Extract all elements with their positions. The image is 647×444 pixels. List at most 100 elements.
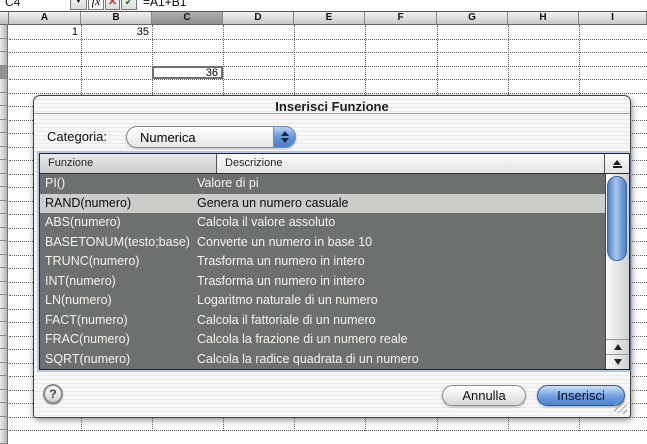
row-header-15[interactable] — [0, 214, 8, 228]
function-description: Calcola la radice quadrata di un numero — [197, 350, 419, 370]
grid-hline — [9, 66, 647, 67]
scrollbar-thumb[interactable] — [607, 176, 627, 261]
function-description: Valore di pi — [197, 174, 259, 194]
row-header-4[interactable] — [0, 66, 8, 80]
function-list-item[interactable]: INT(numero)Trasforma un numero in intero — [40, 272, 605, 292]
function-name: FRAC(numero) — [45, 330, 130, 350]
cell-reference-box[interactable]: C4 — [5, 0, 20, 9]
fx-icon: fx — [92, 0, 101, 9]
row-header-1[interactable] — [0, 25, 8, 39]
scroll-down-icon — [614, 359, 622, 365]
row-header-5[interactable] — [0, 79, 8, 93]
row-header-14[interactable] — [0, 201, 8, 215]
function-list-item[interactable]: LN(numero) Logaritmo naturale di un numer… — [40, 291, 605, 311]
function-name: BASETONUM(testo;base) — [45, 233, 190, 253]
row-header-12[interactable] — [0, 174, 8, 188]
cancel-entry-button[interactable]: ✕ — [105, 0, 120, 10]
function-description: Calcola il fattoriale di un numero — [197, 311, 376, 331]
sort-icon — [613, 160, 621, 165]
row-header-8[interactable] — [0, 120, 8, 134]
function-list-item[interactable]: TRUNC(numero)Trasforma un numero in inte… — [40, 252, 605, 272]
function-name: LN(numero) — [45, 291, 112, 311]
row-header-2[interactable] — [0, 39, 8, 53]
function-description: Calcola la frazione di un numero reale — [197, 330, 408, 350]
row-header-3[interactable] — [0, 52, 8, 66]
category-popup[interactable]: Numerica — [126, 126, 296, 148]
title-separator — [34, 113, 630, 114]
row-header-31[interactable] — [0, 430, 8, 444]
cancel-x-icon: ✕ — [108, 0, 117, 8]
row-header-20[interactable] — [0, 282, 8, 296]
accept-entry-button[interactable]: ✓ — [121, 0, 137, 10]
scroll-up-button[interactable] — [606, 339, 629, 354]
function-description: Genera un numero casuale — [197, 194, 348, 214]
resize-handle-icon[interactable] — [614, 401, 627, 414]
column-header-H[interactable]: H — [508, 12, 579, 24]
function-list-item[interactable]: BASETONUM(testo;base) Converte un numero … — [40, 233, 605, 253]
column-header-C[interactable]: C — [152, 12, 223, 24]
insert-button[interactable]: Inserisci — [537, 385, 625, 406]
sort-header-cell[interactable] — [605, 154, 629, 173]
row-header-25[interactable] — [0, 349, 8, 363]
function-description: Calcola il valore assoluto — [197, 213, 335, 233]
function-list-item[interactable]: ABS(numero) Calcola il valore assoluto — [40, 213, 605, 233]
function-name: PI() — [45, 174, 65, 194]
row-header-17[interactable] — [0, 241, 8, 255]
row-header-9[interactable] — [0, 133, 8, 147]
selected-cell-C4[interactable]: 36 — [152, 66, 223, 80]
function-list-item[interactable]: PI() Valore di pi — [40, 174, 605, 194]
row-header-16[interactable] — [0, 228, 8, 242]
grid-hline — [9, 52, 647, 53]
popup-up-arrow-icon — [281, 131, 289, 136]
row-header-11[interactable] — [0, 160, 8, 174]
header-descrizione[interactable]: Descrizione — [217, 154, 605, 173]
row-header-30[interactable] — [0, 417, 8, 431]
insert-function-button[interactable]: fx — [88, 0, 104, 10]
function-description: Logaritmo naturale di un numero — [197, 291, 378, 311]
function-name: TRUNC(numero) — [45, 252, 139, 272]
function-dropdown-button[interactable]: ▼ — [70, 0, 87, 10]
cell-A1[interactable]: 1 — [9, 26, 81, 40]
popup-down-arrow-icon — [281, 138, 289, 143]
scroll-down-button[interactable] — [606, 354, 629, 369]
column-header-F[interactable]: F — [365, 12, 437, 24]
header-funzione[interactable]: Funzione — [40, 154, 217, 173]
help-button[interactable]: ? — [43, 384, 63, 404]
row-header-10[interactable] — [0, 147, 8, 161]
column-header-A[interactable]: A — [9, 12, 81, 24]
row-header-29[interactable] — [0, 403, 8, 417]
function-list-item[interactable]: FRAC(numero) Calcola la frazione di un nu… — [40, 330, 605, 350]
select-all-corner[interactable] — [0, 12, 9, 24]
row-header-28[interactable] — [0, 390, 8, 404]
column-header-E[interactable]: E — [294, 12, 365, 24]
function-name: ABS(numero) — [45, 213, 121, 233]
row-header-23[interactable] — [0, 322, 8, 336]
vertical-scrollbar[interactable] — [605, 174, 629, 369]
formula-bar: C4 ▼ fx ✕ ✓ =A1+B1 — [0, 0, 647, 11]
column-header-I[interactable]: I — [579, 12, 647, 24]
function-list-item[interactable]: SQRT(numero)Calcola la radice quadrata d… — [40, 350, 605, 370]
row-header-26[interactable] — [0, 363, 8, 377]
row-header-19[interactable] — [0, 268, 8, 282]
row-header-6[interactable] — [0, 93, 8, 107]
row-header-13[interactable] — [0, 187, 8, 201]
scrollbar-arrows — [606, 339, 629, 369]
formula-text[interactable]: =A1+B1 — [143, 0, 186, 9]
function-description: Converte un numero in base 10 — [197, 233, 372, 253]
function-list-item[interactable]: RAND(numero)Genera un numero casuale — [40, 194, 605, 214]
row-header-22[interactable] — [0, 309, 8, 323]
row-header-24[interactable] — [0, 336, 8, 350]
function-list-body: PI() Valore di piRAND(numero)Genera un nu… — [40, 174, 605, 369]
row-header-7[interactable] — [0, 106, 8, 120]
column-header-D[interactable]: D — [223, 12, 294, 24]
function-list-item[interactable]: FACT(numero)Calcola il fattoriale di un … — [40, 311, 605, 331]
row-header-27[interactable] — [0, 376, 8, 390]
function-list-header: Funzione Descrizione — [40, 154, 629, 174]
cell-B1[interactable]: 35 — [81, 26, 152, 40]
row-header-21[interactable] — [0, 295, 8, 309]
row-header-18[interactable] — [0, 255, 8, 269]
cancel-button[interactable]: Annulla — [442, 385, 526, 406]
column-header-G[interactable]: G — [437, 12, 508, 24]
column-header-B[interactable]: B — [81, 12, 152, 24]
insert-function-dialog: Inserisci Funzione Categoria: Numerica F… — [33, 95, 631, 418]
